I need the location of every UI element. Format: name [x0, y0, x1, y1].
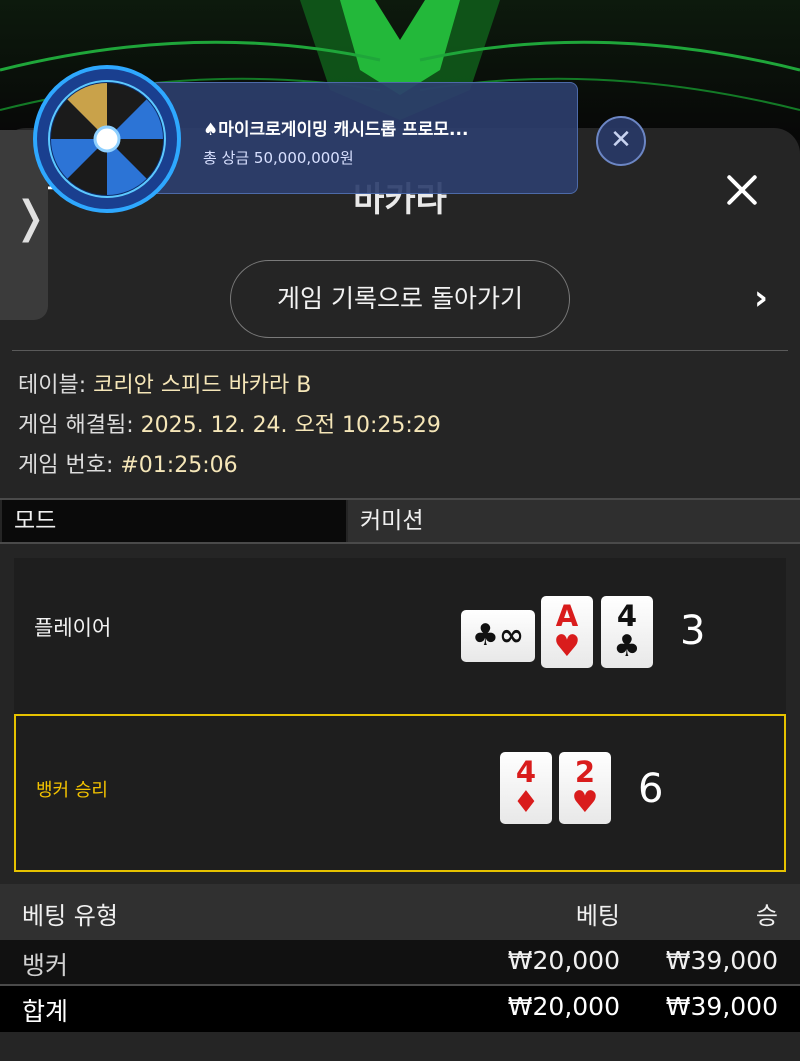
game-info: 테이블: 코리안 스피드 바카라 B 게임 해결됨: 2025. 12. 24.… [18, 366, 441, 486]
bet-type-header: 베팅 유형 [22, 902, 118, 930]
resolved-label: 게임 해결됨: [18, 413, 141, 438]
promo-subtitle: 총 상금 50,000,000원 [203, 149, 354, 167]
win-amount: ₩39,000 [665, 946, 778, 975]
total-bet: ₩20,000 [507, 992, 620, 1021]
promo-title: ♠마이크로게이밍 캐시드롭 프로모... [203, 120, 469, 140]
diamond-suit-icon: ♦ [512, 785, 540, 820]
player-side-card: ♣∞ [461, 610, 535, 662]
card-rank: 4 [616, 599, 638, 633]
card-rank: 4 [515, 755, 537, 789]
bet-amount: ₩20,000 [507, 946, 620, 975]
resolved-value: 2025. 12. 24. 오전 10:25:29 [140, 413, 441, 438]
win-amount-header: 승 [755, 902, 778, 930]
card-rank: ∞ [498, 618, 524, 653]
player-card-2: 4 ♣ [601, 596, 653, 668]
banker-card-2: 2 ♥ [559, 752, 611, 824]
player-label: 플레이어 [34, 616, 112, 640]
banker-hand: 뱅커 승리 4 ♦ 2 ♥ 6 [14, 714, 786, 872]
game-number-info: 게임 번호: #01:25:06 [18, 446, 441, 486]
prize-wheel-icon[interactable] [32, 64, 182, 214]
player-score: 3 [680, 608, 706, 654]
back-to-history-button[interactable]: 게임 기록으로 돌아가기 [230, 260, 570, 338]
bet-type: 뱅커 [22, 951, 69, 980]
banker-score: 6 [638, 766, 664, 812]
heart-suit-icon: ♥ [571, 785, 599, 820]
divider [12, 350, 788, 351]
bets-table-header: 베팅 유형 베팅 승 [0, 884, 800, 940]
mode-value: 커미션 [348, 500, 800, 542]
mode-row: 모드 커미션 [0, 498, 800, 544]
table-label: 테이블: [18, 373, 94, 398]
total-win: ₩39,000 [665, 992, 778, 1021]
close-icon[interactable] [724, 172, 760, 208]
bet-amount-header: 베팅 [575, 902, 620, 930]
promo-banner[interactable]: ♠마이크로게이밍 캐시드롭 프로모... 총 상금 50,000,000원 [150, 82, 578, 194]
round-navigation: ‹ 게임 기록으로 돌아가기 › [0, 260, 800, 340]
game-number-value: #01:25:06 [120, 453, 238, 478]
table-row: 뱅커 ₩20,000 ₩39,000 [0, 940, 800, 984]
game-number-label: 게임 번호: [18, 453, 121, 478]
club-suit-icon: ♣ [472, 618, 499, 653]
close-circle-icon[interactable]: ✕ [596, 116, 646, 166]
club-suit-icon: ♣ [613, 629, 641, 664]
card-rank: 2 [574, 755, 596, 789]
chevron-right-icon[interactable]: › [754, 278, 768, 318]
heart-suit-icon: ♥ [553, 629, 581, 664]
total-row: 합계 ₩20,000 ₩39,000 [0, 984, 800, 1032]
player-hand: 플레이어 ♣∞ A ♥ 4 ♣ 3 [14, 558, 786, 714]
total-label: 합계 [22, 997, 69, 1026]
resolved-info: 게임 해결됨: 2025. 12. 24. 오전 10:25:29 [18, 406, 441, 446]
table-value: 코리안 스피드 바카라 B [93, 373, 312, 398]
player-card-1: A ♥ [541, 596, 593, 668]
banker-card-1: 4 ♦ [500, 752, 552, 824]
banker-win-label: 뱅커 승리 [36, 780, 108, 801]
card-rank: A [555, 599, 579, 633]
table-info: 테이블: 코리안 스피드 바카라 B [18, 366, 441, 406]
mode-label: 모드 [2, 500, 346, 542]
